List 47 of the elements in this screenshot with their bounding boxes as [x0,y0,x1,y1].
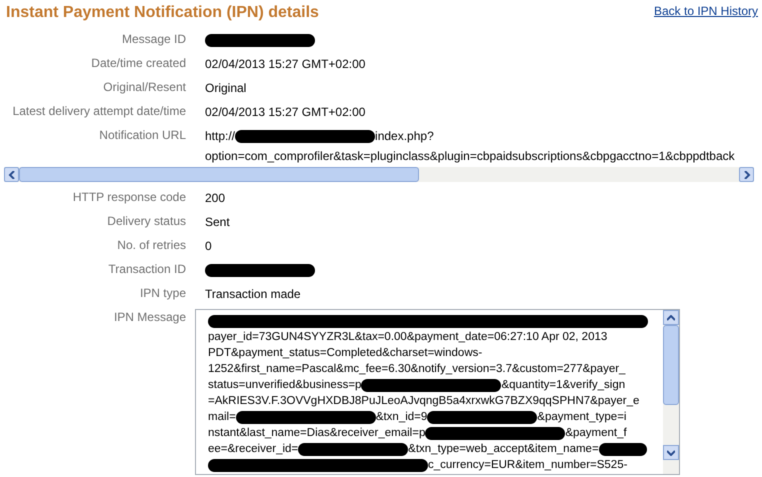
field-label: Notification URL [98,127,186,142]
scrollbar-thumb[interactable] [663,325,679,405]
value-text: =AkRIES3V.F.3OVVgHXDBJ8PuJLeoAJvqngB5a4xrxwkG7BZX9qqSPHN7&payer_e [208,394,640,409]
value-text: 1252&first_name=Pascal&mc_fee=6.30&notify_version=3.7&custom=277&payer_ [208,362,626,377]
value-text: PDT&payment_status=Completed&charset=windows- [208,346,482,361]
vertical-scrollbar[interactable] [663,310,679,474]
value-text: 0 [205,239,212,253]
horizontal-scrollbar[interactable] [4,167,754,182]
field-label: IPN type [138,285,186,300]
field-label: Original/Resent [102,79,186,94]
scrollbar-thumb[interactable] [19,167,419,182]
value-text: index.php? [375,129,434,143]
field-label: IPN Message [112,309,186,324]
field-label: Message ID [120,31,186,46]
value-text: 02/04/2013 15:27 GMT+02:00 [205,105,366,119]
value-text: http:// [205,129,236,143]
value-text: Sent [205,215,230,229]
value-text: &payment_type=i [537,410,626,425]
value-text: Original [205,81,246,95]
value-text: Transaction made [205,287,301,301]
scroll-down-icon[interactable] [663,445,679,460]
scroll-right-icon[interactable] [739,167,754,182]
back-link[interactable]: Back to IPN History [654,4,758,18]
field-label: Date/time created [90,55,186,70]
field-label: Delivery status [106,213,186,228]
value-text: 02/04/2013 15:27 GMT+02:00 [205,57,366,71]
value-text: payer_id=73GUN4SYYZR3L&tax=0.00&payment_date=06:27:10 Apr 02, 2013 [208,330,608,345]
value-text: c_currency=EUR&item_number=S525- [428,458,628,473]
value-text: 200 [205,191,226,205]
scroll-up-icon[interactable] [663,310,679,325]
ipn-message-textarea[interactable] [195,309,680,475]
value-text: &txn_type=web_accept&item_name= [408,442,599,457]
value-text: nstant&last_name=Dias&receiver_email=p [208,426,426,441]
value-text: mail= [208,410,236,425]
redaction-mark [598,442,647,456]
url-continuation: option=com_comprofiler&task=pluginclass&plugin=cbpaidsubscriptions&cbpgacctno=1&cbppdtback [205,149,735,163]
field-label: Latest delivery attempt date/time [12,103,186,118]
value-text: &txn_id=9 [376,410,428,425]
field-label: Transaction ID [107,261,186,276]
value-text: ee=&receiver_id= [208,442,298,457]
scroll-left-icon[interactable] [4,167,19,182]
field-label: No. of retries [116,237,186,252]
value-text: &quantity=1&verify_sign [501,378,626,393]
field-label: HTTP response code [72,189,186,204]
value-text: &payment_f [565,426,627,441]
value-text: status=unverified&business=p [208,378,362,393]
page-title: Instant Payment Notification (IPN) details [6,4,319,22]
